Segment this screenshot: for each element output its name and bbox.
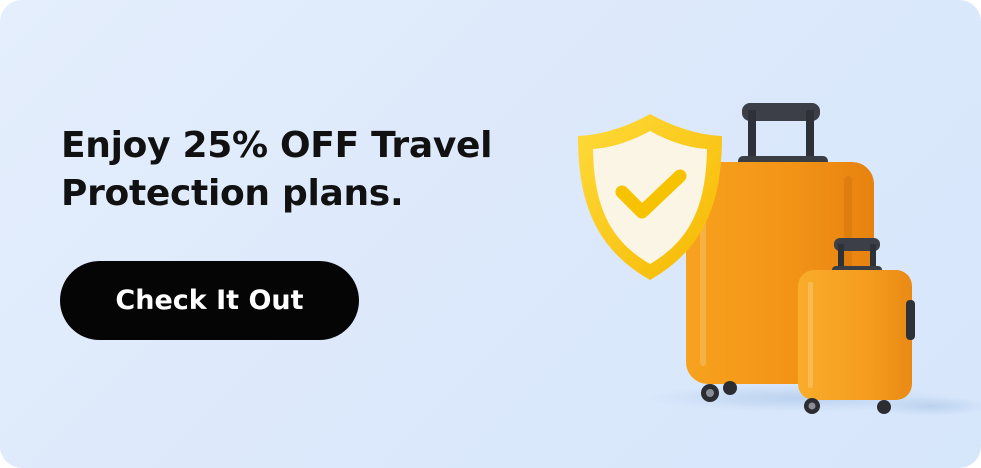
travel-luggage-illustration [578, 103, 981, 416]
headline-line-2: Protection plans. [61, 173, 404, 214]
promo-banner: Enjoy 25% OFF Travel Protection plans. C… [0, 0, 981, 468]
check-it-out-button[interactable]: Check It Out [60, 261, 359, 340]
headline-line-1: Enjoy 25% OFF Travel [61, 125, 493, 166]
promo-headline: Enjoy 25% OFF Travel Protection plans. [61, 122, 561, 218]
